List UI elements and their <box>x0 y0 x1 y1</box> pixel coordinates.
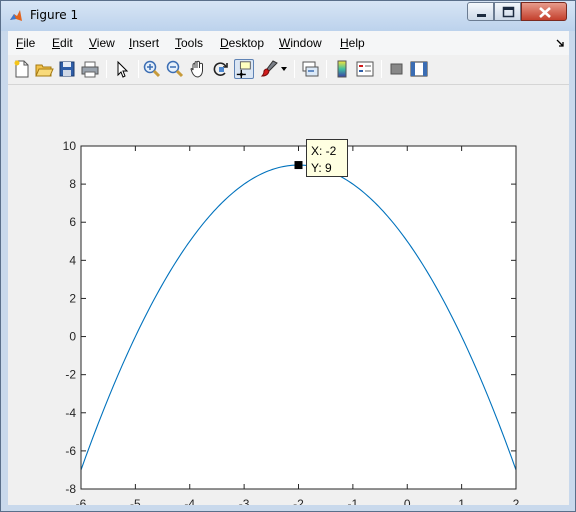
zoom-out-icon[interactable] <box>165 59 185 79</box>
menu-help[interactable]: Help <box>340 36 365 50</box>
minimize-button[interactable] <box>467 2 494 21</box>
x-tick-label: -2 <box>293 497 304 505</box>
y-tick-label: 8 <box>69 177 76 191</box>
pan-hand-icon[interactable] <box>188 59 208 79</box>
edit-plot-arrow-icon[interactable] <box>112 59 132 79</box>
x-tick-label: 0 <box>404 497 411 505</box>
maximize-button[interactable] <box>494 2 521 21</box>
y-tick-label: 6 <box>69 215 76 229</box>
link-plot-icon[interactable] <box>300 59 320 79</box>
menu-view-accel: V <box>89 36 97 50</box>
open-file-icon[interactable] <box>34 59 54 79</box>
maximize-icon <box>502 6 515 18</box>
data-tip-x: X: -2 <box>311 144 337 158</box>
hide-plot-tools-icon[interactable] <box>387 59 407 79</box>
menu-tools[interactable]: Tools <box>175 36 203 50</box>
toolbar-separator <box>106 60 107 78</box>
menu-file-label: ile <box>23 36 36 50</box>
menu-edit-accel: E <box>52 36 61 50</box>
menu-view-label: iew <box>96 36 115 50</box>
matlab-logo-icon <box>10 10 22 21</box>
y-tick-label: 10 <box>63 139 77 153</box>
menu-bar: File Edit View Insert Tools Desktop Wind… <box>8 31 569 55</box>
y-tick-label: 4 <box>69 253 76 267</box>
zoom-in-icon[interactable] <box>142 59 162 79</box>
minimize-icon <box>477 14 486 17</box>
rotate-3d-icon[interactable] <box>211 59 231 79</box>
x-tick-label: -3 <box>239 497 250 505</box>
toolbar-separator <box>326 60 327 78</box>
menu-tools-label: ools <box>181 36 204 50</box>
y-tick-label: -2 <box>65 368 76 382</box>
x-tick-label: 1 <box>458 497 465 505</box>
close-icon <box>539 7 551 18</box>
menu-desktop-label: esktop <box>228 36 265 50</box>
data-tip-y: Y: 9 <box>311 161 332 175</box>
menu-desktop[interactable]: Desktop <box>220 36 264 50</box>
data-cursor-marker <box>294 161 303 170</box>
menu-insert[interactable]: Insert <box>129 36 159 50</box>
figure-canvas: -6 -5 -4 -3 -2 -1 0 1 2 -8 -6 -4 -2 0 2 4 6 8 10 X: -2 Y: … <box>8 87 569 505</box>
x-tick-label: -5 <box>130 497 141 505</box>
window-title: Figure 1 <box>30 8 79 22</box>
menu-insert-label: nsert <box>132 36 160 50</box>
y-tick-label: -4 <box>65 406 76 420</box>
menu-window-label: indow <box>290 36 322 50</box>
toolbar-separator <box>294 60 295 78</box>
dock-arrow-icon[interactable] <box>556 39 565 48</box>
brush-icon[interactable] <box>259 59 279 79</box>
menu-window-accel: W <box>279 36 291 50</box>
menu-edit[interactable]: Edit <box>52 36 73 50</box>
show-plot-tools-icon[interactable] <box>409 59 429 79</box>
y-tick-label: 2 <box>69 291 76 305</box>
y-tick-label: 0 <box>69 330 76 344</box>
menu-desktop-accel: D <box>220 36 229 50</box>
data-cursor-icon[interactable] <box>234 59 254 79</box>
x-tick-label: -6 <box>76 497 87 505</box>
brush-dropdown-icon[interactable] <box>280 66 288 72</box>
new-figure-icon[interactable] <box>12 59 32 79</box>
menu-window[interactable]: Window <box>279 36 322 50</box>
menu-edit-label: dit <box>60 36 73 50</box>
figure-toolbar <box>8 55 569 85</box>
y-tick-label: -8 <box>65 482 76 496</box>
x-tick-label: -1 <box>348 497 359 505</box>
figure-window: Figure 1 File Edit View Insert Tools Des… <box>0 0 576 512</box>
save-icon[interactable] <box>57 59 77 79</box>
x-tick-label: 2 <box>513 497 520 505</box>
insert-colorbar-icon[interactable] <box>332 59 352 79</box>
menu-help-accel: H <box>340 36 349 50</box>
toolbar-separator <box>138 60 139 78</box>
insert-legend-icon[interactable] <box>355 59 375 79</box>
axes-plot[interactable]: -6 -5 -4 -3 -2 -1 0 1 2-8-6-4-20246810 <box>8 87 569 505</box>
menu-help-label: elp <box>348 36 365 50</box>
axes-background <box>81 146 516 489</box>
print-icon[interactable] <box>80 59 100 79</box>
y-tick-label: -6 <box>65 444 76 458</box>
menu-file[interactable]: File <box>16 36 35 50</box>
toolbar-separator <box>381 60 382 78</box>
close-button[interactable] <box>521 2 567 21</box>
figure-client-area: File Edit View Insert Tools Desktop Wind… <box>8 31 569 505</box>
x-tick-label: -4 <box>184 497 195 505</box>
title-bar[interactable]: Figure 1 <box>1 1 575 31</box>
data-tip[interactable]: X: -2 Y: 9 <box>306 139 348 177</box>
menu-view[interactable]: View <box>89 36 115 50</box>
